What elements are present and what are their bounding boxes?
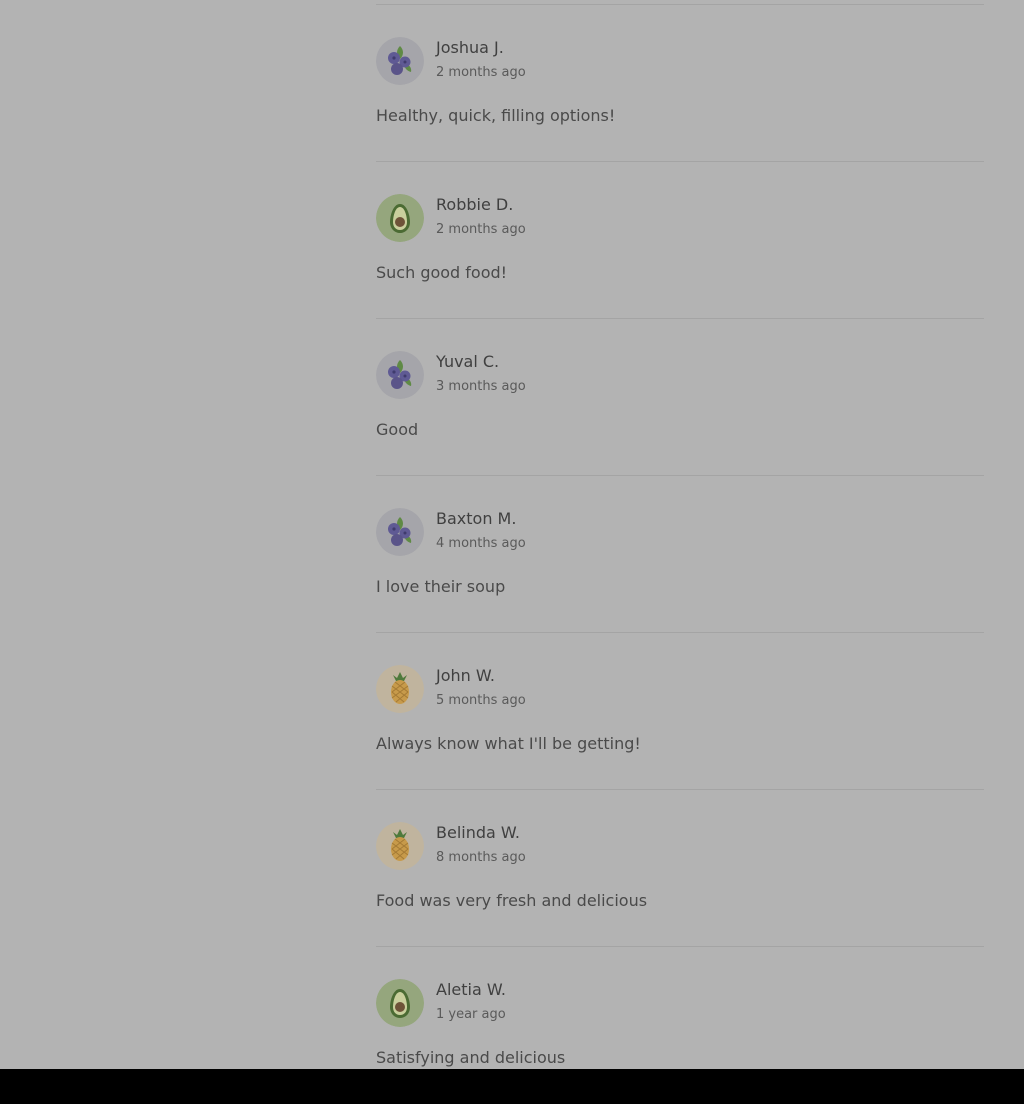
reviewer-name: Aletia W. [436,980,506,999]
reviewer-name: John W. [436,666,495,685]
reviewer-name: Yuval C. [436,352,500,371]
blueberry-icon [376,508,424,556]
reviews-page: Joshua J. 2 months ago Healthy, quick, f… [0,0,1024,1104]
avocado-icon [376,194,424,242]
review-item: Yuval C. 3 months ago Good [376,318,984,475]
avocado-icon [376,979,424,1027]
reviewer-name: Joshua J. [436,38,504,57]
review-text: Food was very fresh and delicious [376,891,648,910]
review-list: Joshua J. 2 months ago Healthy, quick, f… [376,4,984,1103]
reviewer-name: Belinda W. [436,823,520,842]
review-item: Robbie D. 2 months ago Such good food! [376,161,984,318]
review-text: Such good food! [376,263,508,282]
review-text: Always know what I'll be getting! [376,734,641,753]
review-time: 3 months ago [436,379,526,394]
review-time: 2 months ago [436,222,526,237]
review-time: 1 year ago [436,1007,506,1022]
review-item: John W. 5 months ago Always know what I'… [376,632,984,789]
review-time: 4 months ago [436,536,526,551]
review-time: 8 months ago [436,850,526,865]
pineapple-icon [376,822,424,870]
pineapple-icon [376,665,424,713]
review-time: 2 months ago [436,65,526,80]
review-item: Belinda W. 8 months ago Food was very fr… [376,789,984,946]
blueberry-icon [376,37,424,85]
review-text: Satisfying and delicious [376,1048,566,1067]
reviewer-name: Baxton M. [436,509,517,528]
review-item: Baxton M. 4 months ago I love their soup [376,475,984,632]
reviewer-name: Robbie D. [436,195,514,214]
bottom-bar [0,1069,1024,1104]
review-time: 5 months ago [436,693,526,708]
review-text: Good [376,420,419,439]
review-text: Healthy, quick, filling options! [376,106,616,125]
review-item: Joshua J. 2 months ago Healthy, quick, f… [376,4,984,161]
blueberry-icon [376,351,424,399]
review-text: I love their soup [376,577,506,596]
